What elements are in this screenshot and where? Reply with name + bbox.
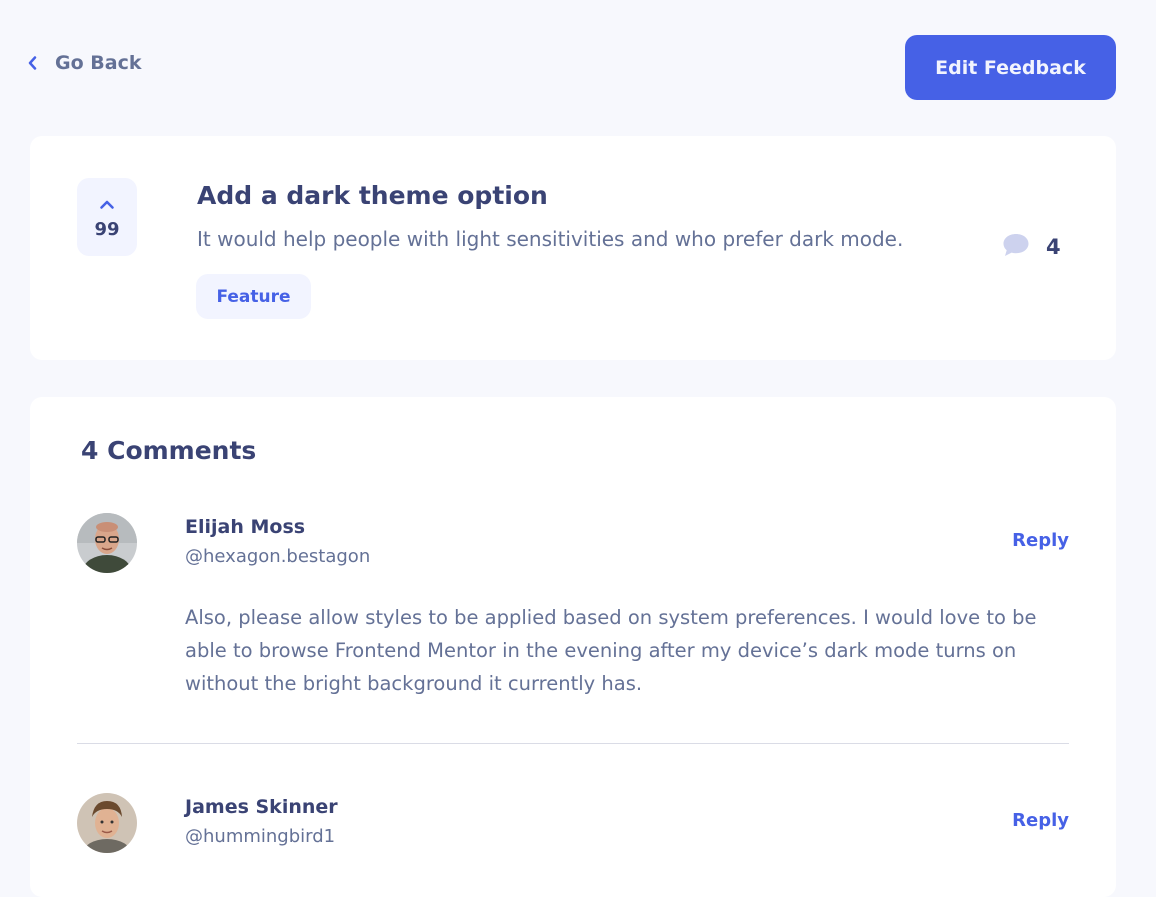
- reply-button[interactable]: Reply: [1012, 530, 1069, 551]
- chevron-left-icon: [28, 56, 37, 70]
- comments-card: 4 Comments Elijah Moss @hexagon.bestagon…: [30, 397, 1116, 897]
- avatar: [77, 793, 137, 853]
- comment-author-handle: @hummingbird1: [185, 826, 336, 847]
- upvote-count: 99: [94, 219, 120, 240]
- comment-count: 4: [1046, 235, 1061, 259]
- comments-heading: 4 Comments: [81, 436, 257, 465]
- avatar: [77, 513, 137, 573]
- reply-button[interactable]: Reply: [1012, 810, 1069, 831]
- comment-bubble-icon: [1002, 233, 1030, 261]
- category-tag[interactable]: Feature: [196, 274, 311, 319]
- chevron-up-icon: [100, 194, 114, 213]
- feedback-card: 99 Add a dark theme option It would help…: [30, 136, 1116, 360]
- feedback-title: Add a dark theme option: [197, 181, 548, 210]
- comment-count-indicator: 4: [1002, 233, 1061, 261]
- comment-item: Elijah Moss @hexagon.bestagon Reply Also…: [77, 513, 1069, 713]
- comment-author-handle: @hexagon.bestagon: [185, 546, 371, 567]
- comment-author-name: Elijah Moss: [185, 516, 306, 538]
- top-bar: Go Back Edit Feedback: [0, 0, 1156, 136]
- go-back-label: Go Back: [55, 52, 142, 74]
- edit-feedback-button[interactable]: Edit Feedback: [905, 35, 1116, 100]
- upvote-button[interactable]: 99: [77, 178, 137, 256]
- comment-divider: [77, 743, 1069, 744]
- comment-author-name: James Skinner: [185, 796, 338, 818]
- comment-body: Also, please allow styles to be applied …: [185, 606, 1037, 695]
- go-back-link[interactable]: Go Back: [28, 52, 141, 74]
- comment-item: James Skinner @hummingbird1 Reply: [77, 793, 1069, 893]
- feedback-description: It would help people with light sensitiv…: [197, 227, 904, 251]
